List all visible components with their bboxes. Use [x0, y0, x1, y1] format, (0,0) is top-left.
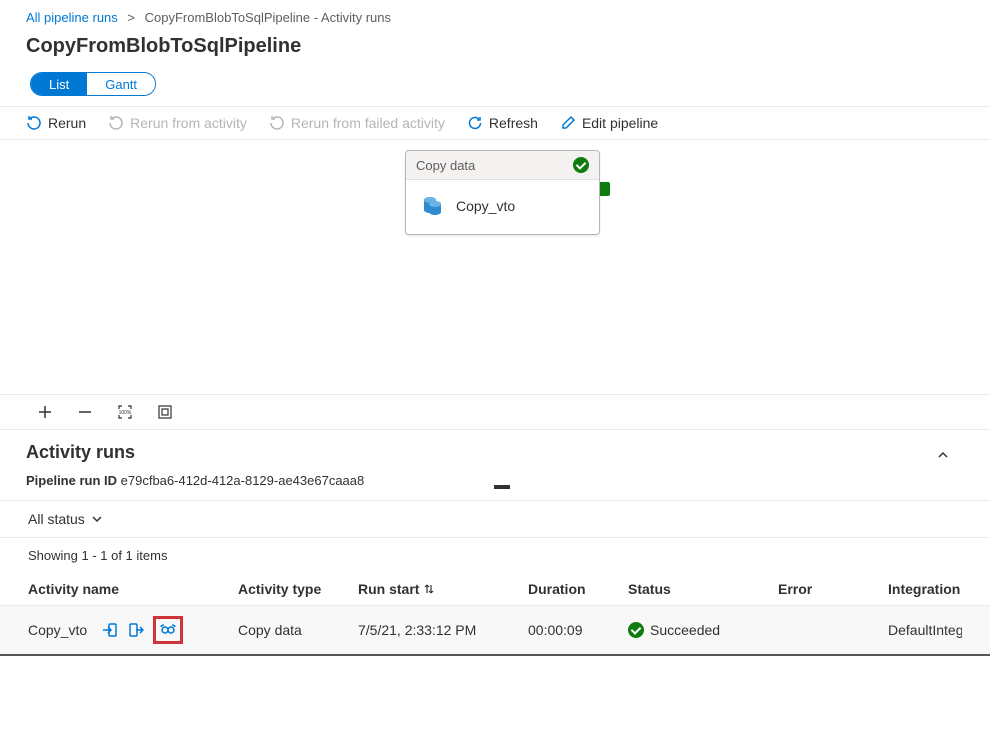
row-status: Succeeded: [650, 622, 720, 638]
activity-card[interactable]: Copy data Copy_vto: [405, 150, 600, 235]
output-details-button[interactable]: [127, 621, 145, 639]
svg-text:100%: 100%: [119, 410, 132, 416]
zoom-in-button[interactable]: [36, 403, 54, 421]
pipeline-canvas[interactable]: Copy data Copy_vto 100%: [0, 140, 990, 430]
success-check-icon: [573, 157, 589, 173]
tab-gantt[interactable]: Gantt: [87, 73, 155, 95]
details-button-highlight: [153, 616, 183, 644]
row-run-start: 7/5/21, 2:33:12 PM: [358, 622, 528, 638]
rerun-from-activity-label: Rerun from activity: [130, 115, 247, 131]
chevron-down-icon: [91, 513, 103, 525]
edit-pipeline-button[interactable]: Edit pipeline: [560, 115, 658, 131]
breadcrumb: All pipeline runs > CopyFromBlobToSqlPip…: [0, 0, 990, 29]
rerun-from-failed-button: Rerun from failed activity: [269, 115, 445, 131]
breadcrumb-root-link[interactable]: All pipeline runs: [26, 10, 118, 25]
rerun-icon: [26, 115, 42, 131]
activity-runs-section: Activity runs Pipeline run ID e79cfba6-4…: [0, 430, 990, 662]
activity-runs-grid: Activity name Activity type Run start Du…: [26, 573, 964, 656]
activity-card-header: Copy data: [406, 151, 599, 180]
col-header-type[interactable]: Activity type: [238, 581, 358, 597]
rerun-button[interactable]: Rerun: [26, 115, 86, 131]
sort-icon: [423, 583, 435, 595]
breadcrumb-current: CopyFromBlobToSqlPipeline - Activity run…: [145, 10, 391, 25]
activity-runs-title: Activity runs: [26, 442, 964, 463]
table-row[interactable]: Copy_vto Copy data 7/5/21, 2:3: [0, 606, 990, 656]
status-filter[interactable]: All status: [0, 500, 990, 538]
edit-icon: [560, 115, 576, 131]
row-integration-runtime: DefaultIntegrationRuntime (East: [888, 622, 962, 638]
col-header-status[interactable]: Status: [628, 581, 778, 597]
col-header-name[interactable]: Activity name: [28, 581, 238, 597]
rerun-from-activity-button: Rerun from activity: [108, 115, 247, 131]
refresh-button[interactable]: Refresh: [467, 115, 538, 131]
rerun-from-failed-label: Rerun from failed activity: [291, 115, 445, 131]
pipeline-run-id-line: Pipeline run ID e79cfba6-412d-412a-8129-…: [26, 473, 964, 488]
status-success-icon: [628, 622, 644, 638]
refresh-icon: [467, 115, 483, 131]
row-activity-type: Copy data: [238, 622, 358, 638]
breadcrumb-separator: >: [127, 10, 135, 25]
col-header-error[interactable]: Error: [778, 581, 888, 597]
row-activity-name: Copy_vto: [28, 622, 87, 638]
col-header-duration[interactable]: Duration: [528, 581, 628, 597]
showing-count: Showing 1 - 1 of 1 items: [0, 538, 990, 573]
activity-card-body: Copy_vto: [406, 180, 599, 234]
rerun-from-failed-icon: [269, 115, 285, 131]
grid-header: Activity name Activity type Run start Du…: [0, 573, 990, 606]
col-header-ir[interactable]: Integration runtime: [888, 581, 962, 597]
col-header-start[interactable]: Run start: [358, 581, 528, 597]
view-toggle: List Gantt: [30, 72, 156, 96]
canvas-toolbar: 100%: [0, 394, 990, 429]
run-id-value: e79cfba6-412d-412a-8129-ae43e67caaa8: [121, 473, 365, 488]
rerun-from-activity-icon: [108, 115, 124, 131]
zoom-reset-button[interactable]: 100%: [116, 403, 134, 421]
edit-pipeline-label: Edit pipeline: [582, 115, 658, 131]
input-details-button[interactable]: [101, 621, 119, 639]
run-id-label: Pipeline run ID: [26, 473, 117, 488]
activity-success-connector: [600, 182, 610, 196]
run-details-button[interactable]: [159, 621, 177, 639]
activity-card-name: Copy_vto: [456, 198, 515, 214]
page-title: CopyFromBlobToSqlPipeline: [0, 29, 990, 72]
tab-list[interactable]: List: [31, 73, 87, 95]
activity-card-type: Copy data: [416, 158, 475, 173]
row-duration: 00:00:09: [528, 622, 628, 638]
zoom-fit-button[interactable]: [156, 403, 174, 421]
copy-data-icon: [420, 194, 444, 218]
toolbar: Rerun Rerun from activity Rerun from fai…: [0, 106, 990, 140]
status-filter-label: All status: [28, 511, 85, 527]
rerun-label: Rerun: [48, 115, 86, 131]
zoom-out-button[interactable]: [76, 403, 94, 421]
collapse-section-button[interactable]: [936, 448, 950, 465]
refresh-label: Refresh: [489, 115, 538, 131]
